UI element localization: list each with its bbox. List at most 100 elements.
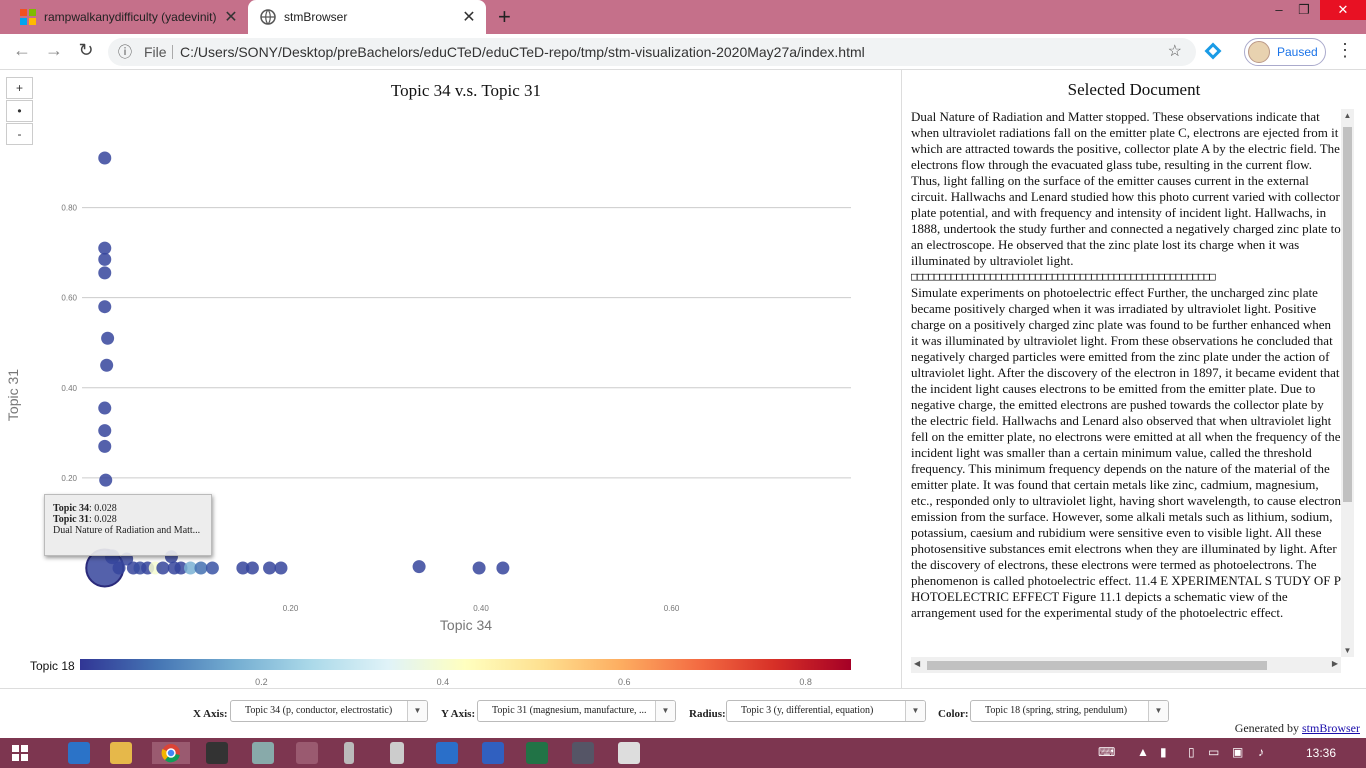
data-point <box>101 331 115 345</box>
chart-title: Topic 34 v.s. Topic 31 <box>391 81 541 100</box>
chevron-down-icon[interactable]: ▼ <box>655 701 675 721</box>
browser-toolbar: ← → ↻ ⓘ File C:/Users/SONY/Desktop/preBa… <box>0 34 1366 70</box>
tooltip-y-value: : 0.028 <box>89 514 117 525</box>
data-point <box>98 252 112 266</box>
window-close-button[interactable]: ✕ <box>1320 0 1366 20</box>
color-legend-label: Topic 18 <box>30 659 75 673</box>
scroll-thumb[interactable] <box>1343 127 1352 502</box>
y-tick-label: 0.60 <box>61 294 77 303</box>
chevron-down-icon[interactable]: ▼ <box>905 701 925 721</box>
bookmark-star-icon[interactable]: ☆ <box>1168 38 1182 66</box>
scroll-right-icon[interactable]: ▶ <box>1332 659 1338 668</box>
menu-dots-icon[interactable]: ⋮ <box>1336 40 1354 61</box>
reload-icon[interactable]: ↻ <box>74 40 98 61</box>
tab-close-icon[interactable]: ✕ <box>220 7 242 27</box>
color-label: Color: <box>938 708 969 720</box>
color-tick-label: 0.4 <box>437 677 450 687</box>
y-axis-title: Topic 31 <box>5 369 21 421</box>
axis-controls: X Axis: Topic 34 (p, conductor, electros… <box>0 688 1366 738</box>
y-axis-select[interactable]: Topic 31 (magnesium, manufacture, ... ▼ <box>477 700 676 722</box>
notepad-icon[interactable] <box>618 742 640 764</box>
file-explorer-icon[interactable] <box>110 742 132 764</box>
document-heading: Selected Document <box>1067 80 1201 99</box>
scroll-thumb[interactable] <box>927 661 1267 670</box>
x-axis-select[interactable]: Topic 34 (p, conductor, electrostatic) ▼ <box>230 700 428 722</box>
address-bar[interactable]: ⓘ File C:/Users/SONY/Desktop/preBachelor… <box>108 38 1196 66</box>
data-point <box>98 439 112 453</box>
chrome-taskbar-button[interactable] <box>152 742 190 764</box>
stmbrowser-link[interactable]: stmBrowser <box>1302 721 1360 735</box>
chevron-up-icon[interactable]: ▲ <box>1137 745 1149 759</box>
tab-rampwalk[interactable]: rampwalkanydifficulty (yadevinit) ✕ <box>8 0 248 34</box>
y-axis-label: Y Axis: <box>441 708 476 720</box>
radius-value: Topic 3 (y, differential, equation) <box>741 705 874 716</box>
y-axis-value: Topic 31 (magnesium, manufacture, ... <box>492 705 647 716</box>
color-tick-label: 0.6 <box>618 677 631 687</box>
data-point <box>412 560 426 574</box>
network-icon[interactable]: ▮ <box>1160 745 1167 759</box>
radius-label: Radius: <box>689 708 726 720</box>
scroll-left-icon[interactable]: ◀ <box>914 659 920 668</box>
app-icon[interactable] <box>436 742 458 764</box>
document-horizontal-scrollbar[interactable]: ◀ ▶ <box>911 657 1341 673</box>
app-icon[interactable] <box>296 742 318 764</box>
chrome-icon <box>161 744 180 763</box>
color-value: Topic 18 (spring, string, pendulum) <box>985 705 1128 716</box>
x-axis-title: Topic 34 <box>440 617 492 633</box>
app-icon[interactable] <box>572 742 594 764</box>
app-icon[interactable] <box>482 742 504 764</box>
command-prompt-icon[interactable] <box>206 742 228 764</box>
document-vertical-scrollbar[interactable]: ▲ ▼ <box>1341 109 1354 657</box>
data-point <box>98 151 112 165</box>
data-point <box>98 300 112 314</box>
microphone-icon[interactable] <box>390 742 404 764</box>
excel-icon[interactable] <box>526 742 548 764</box>
tab-close-icon[interactable]: ✕ <box>458 7 480 27</box>
volume-icon[interactable]: ♪ <box>1258 745 1264 759</box>
keyboard-icon[interactable]: ⌨ <box>1098 745 1115 759</box>
extension-icon[interactable] <box>1204 42 1222 60</box>
data-point <box>99 473 113 487</box>
tooltip-doc: Dual Nature of Radiation and Matt... <box>53 525 201 536</box>
app-icon[interactable] <box>344 742 354 764</box>
globe-icon <box>260 9 276 25</box>
y-tick-label: 0.20 <box>61 474 77 483</box>
profile-button[interactable]: Paused <box>1244 38 1326 66</box>
info-icon[interactable]: ⓘ <box>118 38 132 66</box>
profile-status: Paused <box>1277 45 1318 59</box>
tab-stmbrowser[interactable]: stmBrowser ✕ <box>248 0 486 34</box>
separator <box>172 45 173 59</box>
scroll-down-icon[interactable]: ▼ <box>1341 646 1354 655</box>
url-text[interactable]: C:/Users/SONY/Desktop/preBachelors/eduCT… <box>180 38 865 66</box>
new-tab-button[interactable]: + <box>498 4 511 30</box>
color-select[interactable]: Topic 18 (spring, string, pendulum) ▼ <box>970 700 1169 722</box>
forward-arrow-icon[interactable]: → <box>42 40 66 61</box>
data-point <box>98 266 112 280</box>
tab-title: stmBrowser <box>284 10 348 24</box>
data-point <box>156 561 170 575</box>
scroll-up-icon[interactable]: ▲ <box>1341 111 1354 120</box>
data-point <box>205 561 219 575</box>
data-point <box>245 561 259 575</box>
app-icon[interactable] <box>252 742 274 764</box>
document-text: Dual Nature of Radiation and Matter stop… <box>911 109 1341 654</box>
internet-explorer-icon[interactable] <box>68 742 90 764</box>
radius-select[interactable]: Topic 3 (y, differential, equation) ▼ <box>726 700 926 722</box>
chevron-down-icon[interactable]: ▼ <box>1148 701 1168 721</box>
y-tick-label: 0.80 <box>61 204 77 213</box>
data-point <box>98 401 112 415</box>
tooltip-y-label: Topic 31 <box>53 514 90 525</box>
avatar <box>1248 41 1270 63</box>
chevron-down-icon[interactable]: ▼ <box>407 701 427 721</box>
windows-start-icon[interactable] <box>12 745 28 761</box>
data-point <box>98 241 112 255</box>
battery-icon[interactable]: ▭ <box>1208 745 1219 759</box>
panel-divider <box>901 70 902 688</box>
back-arrow-icon[interactable]: ← <box>10 40 34 61</box>
x-tick-label: 0.60 <box>664 604 680 613</box>
data-point <box>98 424 112 438</box>
language-icon[interactable]: ▣ <box>1232 745 1243 759</box>
phone-icon[interactable]: ▯ <box>1188 745 1195 759</box>
tab-strip: rampwalkanydifficulty (yadevinit) ✕ stmB… <box>0 0 1366 34</box>
microsoft-icon <box>20 9 36 25</box>
